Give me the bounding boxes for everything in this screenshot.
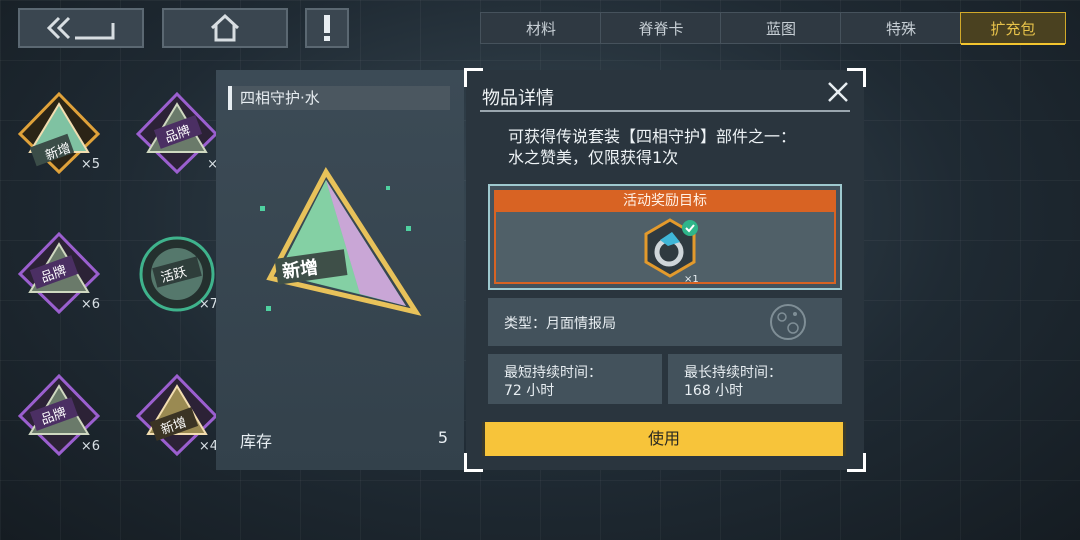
tab-label: 扩充包 [990,19,1036,38]
stock-value: 5 [437,428,448,447]
item-description: 可获得传说套装【四相守护】部件之一：水之赞美，仅限获得1次 [508,127,797,167]
close-button[interactable] [826,80,850,104]
moon-icon [770,304,806,340]
pyramid-pack-art: 新增 [260,167,422,316]
reward-content: ×1 [494,212,836,285]
min-duration-row: 最短持续时间： 72 小时 [488,354,662,404]
corner-bracket [464,453,483,472]
tab-label: 蓝图 [765,19,796,38]
inventory-item[interactable]: 新增 ×5 [14,88,104,178]
tab-materials[interactable]: 材料 [480,12,602,44]
item-count: ×5 [80,157,100,172]
stock-label: 库存 [240,432,273,451]
ring-reward-icon[interactable] [640,218,700,278]
tab-label: 材料 [525,19,556,38]
close-icon [828,82,848,102]
inventory-item[interactable]: 品牌 × [132,88,222,178]
tab-label: 特殊 [885,19,916,38]
max-duration-label: 最长持续时间： [684,365,782,381]
type-label: 类型：月面情报局 [504,316,616,332]
exclamation-icon [324,15,330,41]
inventory-item[interactable]: 新增 ×4 [132,370,222,460]
corner-bracket [847,453,866,472]
tab-special[interactable]: 特殊 [840,12,962,44]
title-divider [480,110,850,112]
max-duration-value: 168 小时 [684,383,744,399]
min-duration-label: 最短持续时间： [504,365,602,381]
item-count: ×6 [80,297,100,312]
item-name: 四相守护·水 [228,86,450,110]
detail-title: 物品详情 [482,88,554,109]
reward-count: ×1 [684,274,699,285]
max-duration-row: 最长持续时间： 168 小时 [668,354,842,404]
alert-button[interactable] [305,8,349,48]
back-button[interactable] [18,8,144,48]
item-count: ×6 [80,439,100,454]
back-arrow-icon [46,16,115,40]
tab-label: 脊脊卡 [638,19,684,38]
reward-header: 活动奖励目标 [494,190,836,212]
home-icon [210,13,240,42]
reward-target-box: 活动奖励目标 ×1 [488,184,842,290]
use-button[interactable]: 使用 [482,422,846,456]
tab-blueprints[interactable]: 蓝图 [720,12,842,44]
corner-bracket [464,68,483,87]
tab-expansion-packs[interactable]: 扩充包 [960,12,1066,45]
item-preview-panel: 四相守护·水 新增 库存 5 [216,70,464,470]
min-duration-value: 72 小时 [504,383,555,399]
item-detail-panel: 物品详情 可获得传说套装【四相守护】部件之一：水之赞美，仅限获得1次 活动奖励目… [464,68,866,472]
type-row: 类型：月面情报局 [488,298,842,346]
tab-cards[interactable]: 脊脊卡 [600,12,722,44]
inventory-item[interactable]: 活跃 ×7 [132,228,222,318]
home-button[interactable] [162,8,288,48]
inventory-item[interactable]: 品牌 ×6 [14,370,104,460]
inventory-item[interactable]: 品牌 ×6 [14,228,104,318]
